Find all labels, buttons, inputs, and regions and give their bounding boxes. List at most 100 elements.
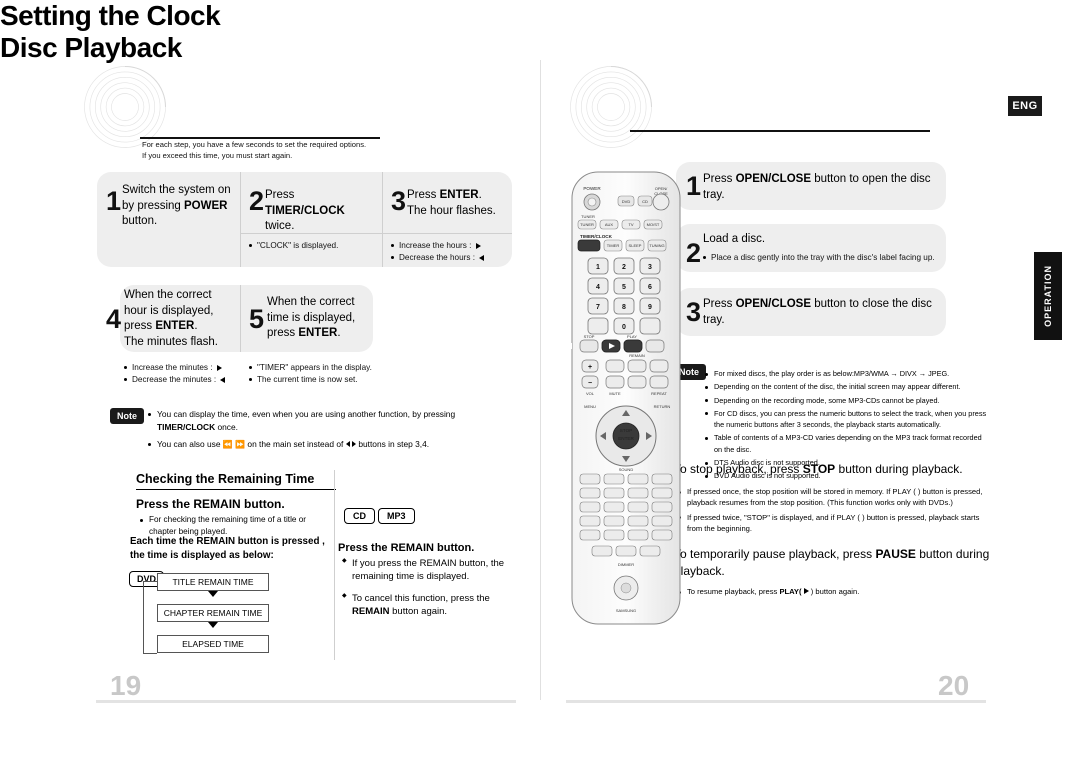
left-subtitle: For each step, you have a few seconds to… <box>142 140 367 160</box>
press-remain-heading-left: Press the REMAIN button. <box>136 497 285 511</box>
note-body-left: You can display the time, even when you … <box>148 408 478 453</box>
page-divider <box>540 60 541 700</box>
step-text-3: Press ENTER. The hour flashes. <box>407 189 496 217</box>
svg-text:4: 4 <box>596 284 600 291</box>
step-4-bullets: Increase the minutes : Decrease the minu… <box>124 362 250 387</box>
svg-text:DIMMER: DIMMER <box>618 562 634 567</box>
note-chip-left: Note <box>110 408 144 424</box>
step-text-4: When the correct hour is displayed, pres… <box>124 289 218 348</box>
stop-playback-bullets: If pressed once, the stop position will … <box>678 486 988 538</box>
svg-text:AUX: AUX <box>605 222 614 227</box>
steps-divider-3 <box>240 285 241 352</box>
svg-text:PLAY: PLAY <box>627 334 637 339</box>
flow-title-remain-time: TITLE REMAIN TIME <box>157 573 269 591</box>
svg-text:VOL: VOL <box>586 391 595 396</box>
flow-arrow-2-icon <box>208 622 218 628</box>
svg-text:TUNING: TUNING <box>649 243 664 248</box>
arrow-right-small-icon <box>351 441 356 448</box>
step-number-3: 3 <box>391 186 407 216</box>
page-number-right: 20 <box>938 670 970 701</box>
flow-arrow-1-icon <box>208 591 218 597</box>
svg-text:0: 0 <box>622 324 626 331</box>
svg-text:DVD: DVD <box>622 199 631 204</box>
arrow-right-icon-2 <box>216 365 222 371</box>
right-step-number-2: 2 <box>686 238 702 268</box>
right-step-number-3: 3 <box>686 297 702 327</box>
page-title-left: Setting the Clock <box>0 0 221 31</box>
step-5-bullets: "TIMER" appears in the display. The curr… <box>249 362 379 387</box>
svg-text:6: 6 <box>648 284 652 291</box>
svg-text:5: 5 <box>622 284 626 291</box>
svg-text:2: 2 <box>622 264 626 271</box>
step-text-5: When the correct time is displayed, pres… <box>267 296 356 340</box>
svg-text:REMAIN: REMAIN <box>629 353 645 358</box>
stop-playback-text: To stop playback, press STOP button duri… <box>674 462 963 476</box>
remaining-time-heading: Checking the Remaining Time <box>136 472 336 490</box>
svg-text:TUNER: TUNER <box>580 222 594 227</box>
skip-back-icon: ⏪ <box>222 440 233 450</box>
footer-rule-right <box>566 700 986 703</box>
step-text-2: Press TIMER/CLOCK twice. <box>265 189 345 233</box>
svg-text:−: − <box>588 380 592 387</box>
svg-text:8: 8 <box>622 304 626 311</box>
footer-rule-left <box>96 700 516 703</box>
right-step-text-1: Press OPEN/CLOSE button to open the disc… <box>703 173 931 201</box>
manual-page: Setting the Clock For each step, you hav… <box>0 0 1080 763</box>
svg-text:REPEAT: REPEAT <box>651 391 667 396</box>
page-title-right: Disc Playback <box>0 32 182 63</box>
svg-text:TIMER: TIMER <box>607 243 620 248</box>
svg-text:TUNER: TUNER <box>581 214 595 219</box>
remain-right-items: If you press the REMAIN button, the rema… <box>342 557 514 626</box>
flow-chapter-remain-time: CHAPTER REMAIN TIME <box>157 604 269 622</box>
step-number-2: 2 <box>249 186 265 216</box>
svg-text:MUTE: MUTE <box>609 391 621 396</box>
svg-text:MENU: MENU <box>584 404 596 409</box>
flow-loop-left <box>143 581 144 653</box>
skip-fwd-icon: ⏩ <box>235 440 246 450</box>
arrow-left-small-icon <box>345 441 350 448</box>
right-step-number-1: 1 <box>686 171 702 201</box>
badge-cd: CD <box>344 508 375 524</box>
svg-text:STOP: STOP <box>620 428 632 433</box>
remaining-section-divider <box>334 470 335 660</box>
step-2-bullets: "CLOCK" is displayed. <box>249 240 373 252</box>
language-badge: ENG <box>1008 96 1042 116</box>
step-number-1: 1 <box>106 186 122 216</box>
step-number-4: 4 <box>106 304 122 334</box>
title-rule-right <box>630 130 930 132</box>
flow-loop-top <box>143 581 157 582</box>
svg-text:ENTER: ENTER <box>618 436 634 441</box>
right-step-text-2: Load a disc. <box>703 233 766 245</box>
section-tab-operation: OPERATION <box>1034 252 1062 340</box>
press-remain-heading-right: Press the REMAIN button. <box>338 542 475 554</box>
steps-divider-2 <box>382 172 383 267</box>
swirl-decoration-icon-2 <box>570 66 652 148</box>
svg-text:9: 9 <box>648 304 652 311</box>
step-text-1: Switch the system on by pressing POWER b… <box>122 184 231 228</box>
svg-text:STOP: STOP <box>584 334 595 339</box>
svg-text:TIMER/CLOCK: TIMER/CLOCK <box>580 234 613 239</box>
flow-elapsed-time: ELAPSED TIME <box>157 635 269 653</box>
svg-text:RETURN: RETURN <box>654 404 671 409</box>
svg-text:MO/ST: MO/ST <box>647 222 660 227</box>
svg-text:SAMSUNG: SAMSUNG <box>616 608 636 613</box>
arrow-left-icon <box>479 255 485 262</box>
steps-divider-1 <box>240 172 241 267</box>
flow-loop-bottom <box>143 653 157 654</box>
remain-each-time-note: Each time the REMAIN button is pressed ,… <box>130 536 325 561</box>
svg-text:1: 1 <box>596 264 600 271</box>
svg-text:SLEEP: SLEEP <box>629 243 642 248</box>
svg-text:7: 7 <box>596 304 600 311</box>
step-number-5: 5 <box>249 304 265 334</box>
svg-text:POWER: POWER <box>583 186 601 191</box>
pause-playback-bullet: To resume playback, press PLAY( ) button… <box>678 586 988 600</box>
page-number-left: 19 <box>110 670 142 701</box>
remote-control-illustration: POWER OPEN/ CLOSE DVD CD TUNER TUNER AUX… <box>566 171 681 625</box>
svg-text:3: 3 <box>648 264 652 271</box>
svg-text:+: + <box>588 364 592 371</box>
right-step-text-3: Press OPEN/CLOSE button to close the dis… <box>703 298 932 326</box>
badge-mp3: MP3 <box>378 508 415 524</box>
arrow-left-icon-2 <box>220 377 226 384</box>
svg-text:SOUND: SOUND <box>619 467 634 472</box>
pause-playback-text: To temporarily pause playback, press PAU… <box>674 547 990 578</box>
